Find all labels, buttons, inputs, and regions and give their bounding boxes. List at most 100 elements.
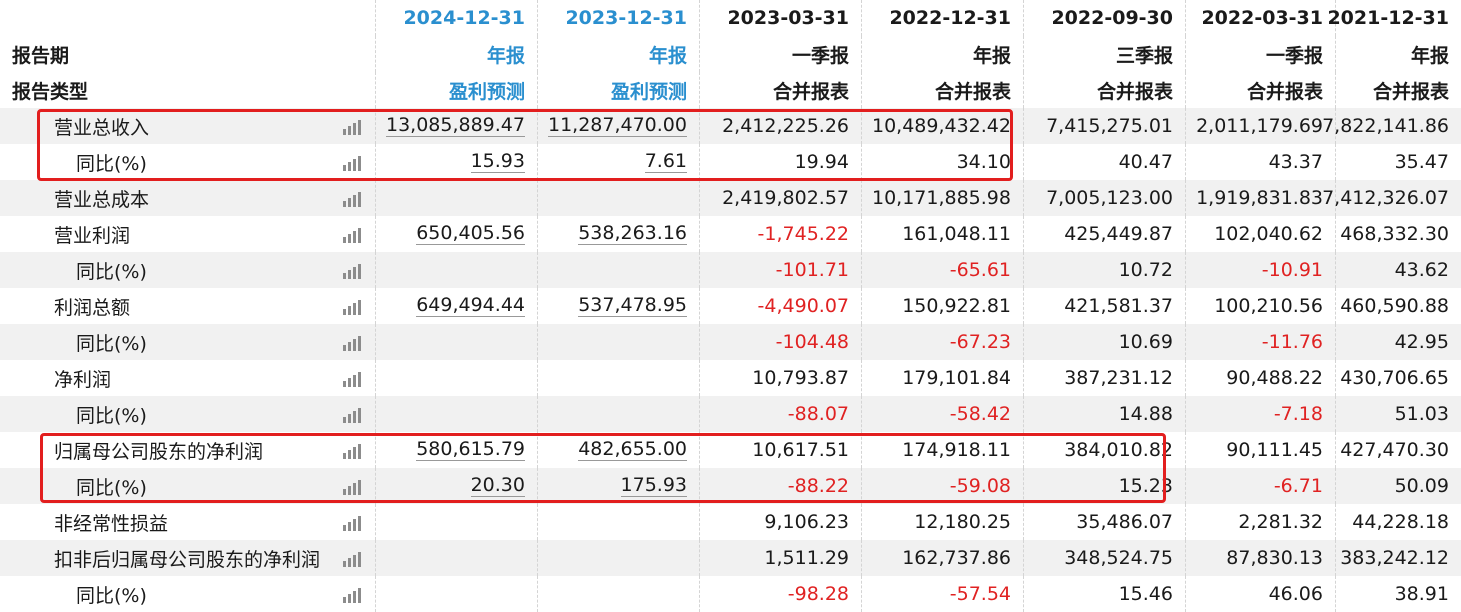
- bar-chart-icon[interactable]: [343, 119, 361, 135]
- header-period: 年报: [862, 36, 1024, 72]
- table-cell: 100,210.56: [1186, 288, 1336, 324]
- table-cell: 51.03: [1336, 396, 1461, 432]
- row-label-text: 扣非后归属母公司股东的净利润: [54, 548, 321, 571]
- table-cell: -88.22: [700, 468, 862, 504]
- cell-value: 1,511.29: [764, 547, 849, 569]
- bar-chart-icon[interactable]: [343, 191, 361, 207]
- header-type: 盈利预测: [376, 72, 538, 108]
- table-cell: 174,918.11: [862, 432, 1024, 468]
- table-cell: 7,415,275.01: [1024, 108, 1186, 144]
- table-cell: 15.46: [1024, 576, 1186, 612]
- header-date[interactable]: 2022-12-31: [862, 0, 1024, 36]
- table-cell: [538, 324, 700, 360]
- table-cell: -57.54: [862, 576, 1024, 612]
- cell-value: -1,745.22: [757, 223, 849, 245]
- cell-value: -6.71: [1273, 475, 1323, 497]
- bar-chart-icon[interactable]: [343, 515, 361, 531]
- cell-value: 34.10: [956, 151, 1011, 173]
- cell-value: 427,470.30: [1340, 439, 1449, 461]
- header-date[interactable]: 2024-12-31: [376, 0, 538, 36]
- table-cell: [538, 504, 700, 540]
- period-label-text: 报告期: [12, 44, 70, 67]
- table-cell: 44,228.18: [1336, 504, 1461, 540]
- bar-chart-icon[interactable]: [343, 371, 361, 387]
- header-type: 合并报表: [700, 72, 862, 108]
- table-cell: 10.69: [1024, 324, 1186, 360]
- cell-value: 13,085,889.47: [385, 114, 525, 137]
- row-label-text: 同比(%): [76, 404, 147, 427]
- table-cell: -11.76: [1186, 324, 1336, 360]
- cell-value: 10,489,432.42: [871, 115, 1011, 137]
- table-cell: 10,171,885.98: [862, 180, 1024, 216]
- table-cell: 2,281.32: [1186, 504, 1336, 540]
- table-cell: 348,524.75: [1024, 540, 1186, 576]
- table-cell: 43.62: [1336, 252, 1461, 288]
- cell-value: 175.93: [620, 474, 687, 497]
- row-label: 同比(%): [0, 468, 376, 504]
- cell-value: 7.61: [644, 150, 687, 173]
- table-cell: [538, 396, 700, 432]
- table-cell: 50.09: [1336, 468, 1461, 504]
- bar-chart-icon[interactable]: [343, 587, 361, 603]
- cell-value: 421,581.37: [1064, 295, 1173, 317]
- bar-chart-icon[interactable]: [343, 479, 361, 495]
- table-cell: 537,478.95: [538, 288, 700, 324]
- row-label: 同比(%): [0, 324, 376, 360]
- table-cell: 430,706.65: [1336, 360, 1461, 396]
- table-cell: 34.10: [862, 144, 1024, 180]
- cell-value: 537,478.95: [578, 294, 687, 317]
- header-date[interactable]: 2022-03-31: [1186, 0, 1336, 36]
- table-cell: 2,419,802.57: [700, 180, 862, 216]
- cell-value: 538,263.16: [578, 222, 687, 245]
- cell-value: 348,524.75: [1064, 547, 1173, 569]
- cell-value: 580,615.79: [416, 438, 525, 461]
- cell-value: -65.61: [949, 259, 1011, 281]
- bar-chart-icon[interactable]: [343, 407, 361, 423]
- table-cell: 90,111.45: [1186, 432, 1336, 468]
- header-date[interactable]: 2023-12-31: [538, 0, 700, 36]
- bar-chart-icon[interactable]: [343, 551, 361, 567]
- cell-value: 43.37: [1268, 151, 1323, 173]
- bar-chart-icon[interactable]: [343, 263, 361, 279]
- table-cell: 15.93: [376, 144, 538, 180]
- header-date[interactable]: 2023-03-31: [700, 0, 862, 36]
- cell-value: 35.47: [1394, 151, 1449, 173]
- cell-value: -88.07: [787, 403, 849, 425]
- cell-value: -4,490.07: [757, 295, 849, 317]
- header-corner: [0, 0, 376, 36]
- table-cell: 161,048.11: [862, 216, 1024, 252]
- cell-value: 2,419,802.57: [722, 187, 849, 209]
- cell-value: 44,228.18: [1352, 511, 1449, 533]
- cell-value: 430,706.65: [1340, 367, 1449, 389]
- cell-value: 2,011,179.69: [1196, 115, 1323, 137]
- cell-value: 1,919,831.83: [1196, 187, 1323, 209]
- cell-value: -98.28: [787, 583, 849, 605]
- bar-chart-icon[interactable]: [343, 335, 361, 351]
- row-label: 同比(%): [0, 576, 376, 612]
- row-label-text: 非经常性损益: [54, 512, 169, 535]
- cell-value: 87,830.13: [1226, 547, 1323, 569]
- cell-value: -57.54: [949, 583, 1011, 605]
- table-cell: 87,830.13: [1186, 540, 1336, 576]
- cell-value: 19.94: [794, 151, 849, 173]
- header-date[interactable]: 2022-09-30: [1024, 0, 1186, 36]
- row-label: 营业总收入: [0, 108, 376, 144]
- bar-chart-icon[interactable]: [343, 227, 361, 243]
- table-cell: 14.88: [1024, 396, 1186, 432]
- table-cell: 10,617.51: [700, 432, 862, 468]
- bar-chart-icon[interactable]: [343, 443, 361, 459]
- table-cell: [538, 252, 700, 288]
- table-cell: 179,101.84: [862, 360, 1024, 396]
- header-date[interactable]: 2021-12-31: [1327, 0, 1461, 36]
- row-label: 营业利润: [0, 216, 376, 252]
- cell-value: 51.03: [1394, 403, 1449, 425]
- table-cell: -10.91: [1186, 252, 1336, 288]
- cell-value: 10.69: [1118, 331, 1173, 353]
- bar-chart-icon[interactable]: [343, 299, 361, 315]
- header-type: 盈利预测: [538, 72, 700, 108]
- row-label-text: 归属母公司股东的净利润: [54, 440, 264, 463]
- row-label-text: 利润总额: [54, 296, 131, 319]
- bar-chart-icon[interactable]: [343, 155, 361, 171]
- cell-value: 10,617.51: [752, 439, 849, 461]
- table-cell: 7,412,326.07: [1322, 180, 1461, 216]
